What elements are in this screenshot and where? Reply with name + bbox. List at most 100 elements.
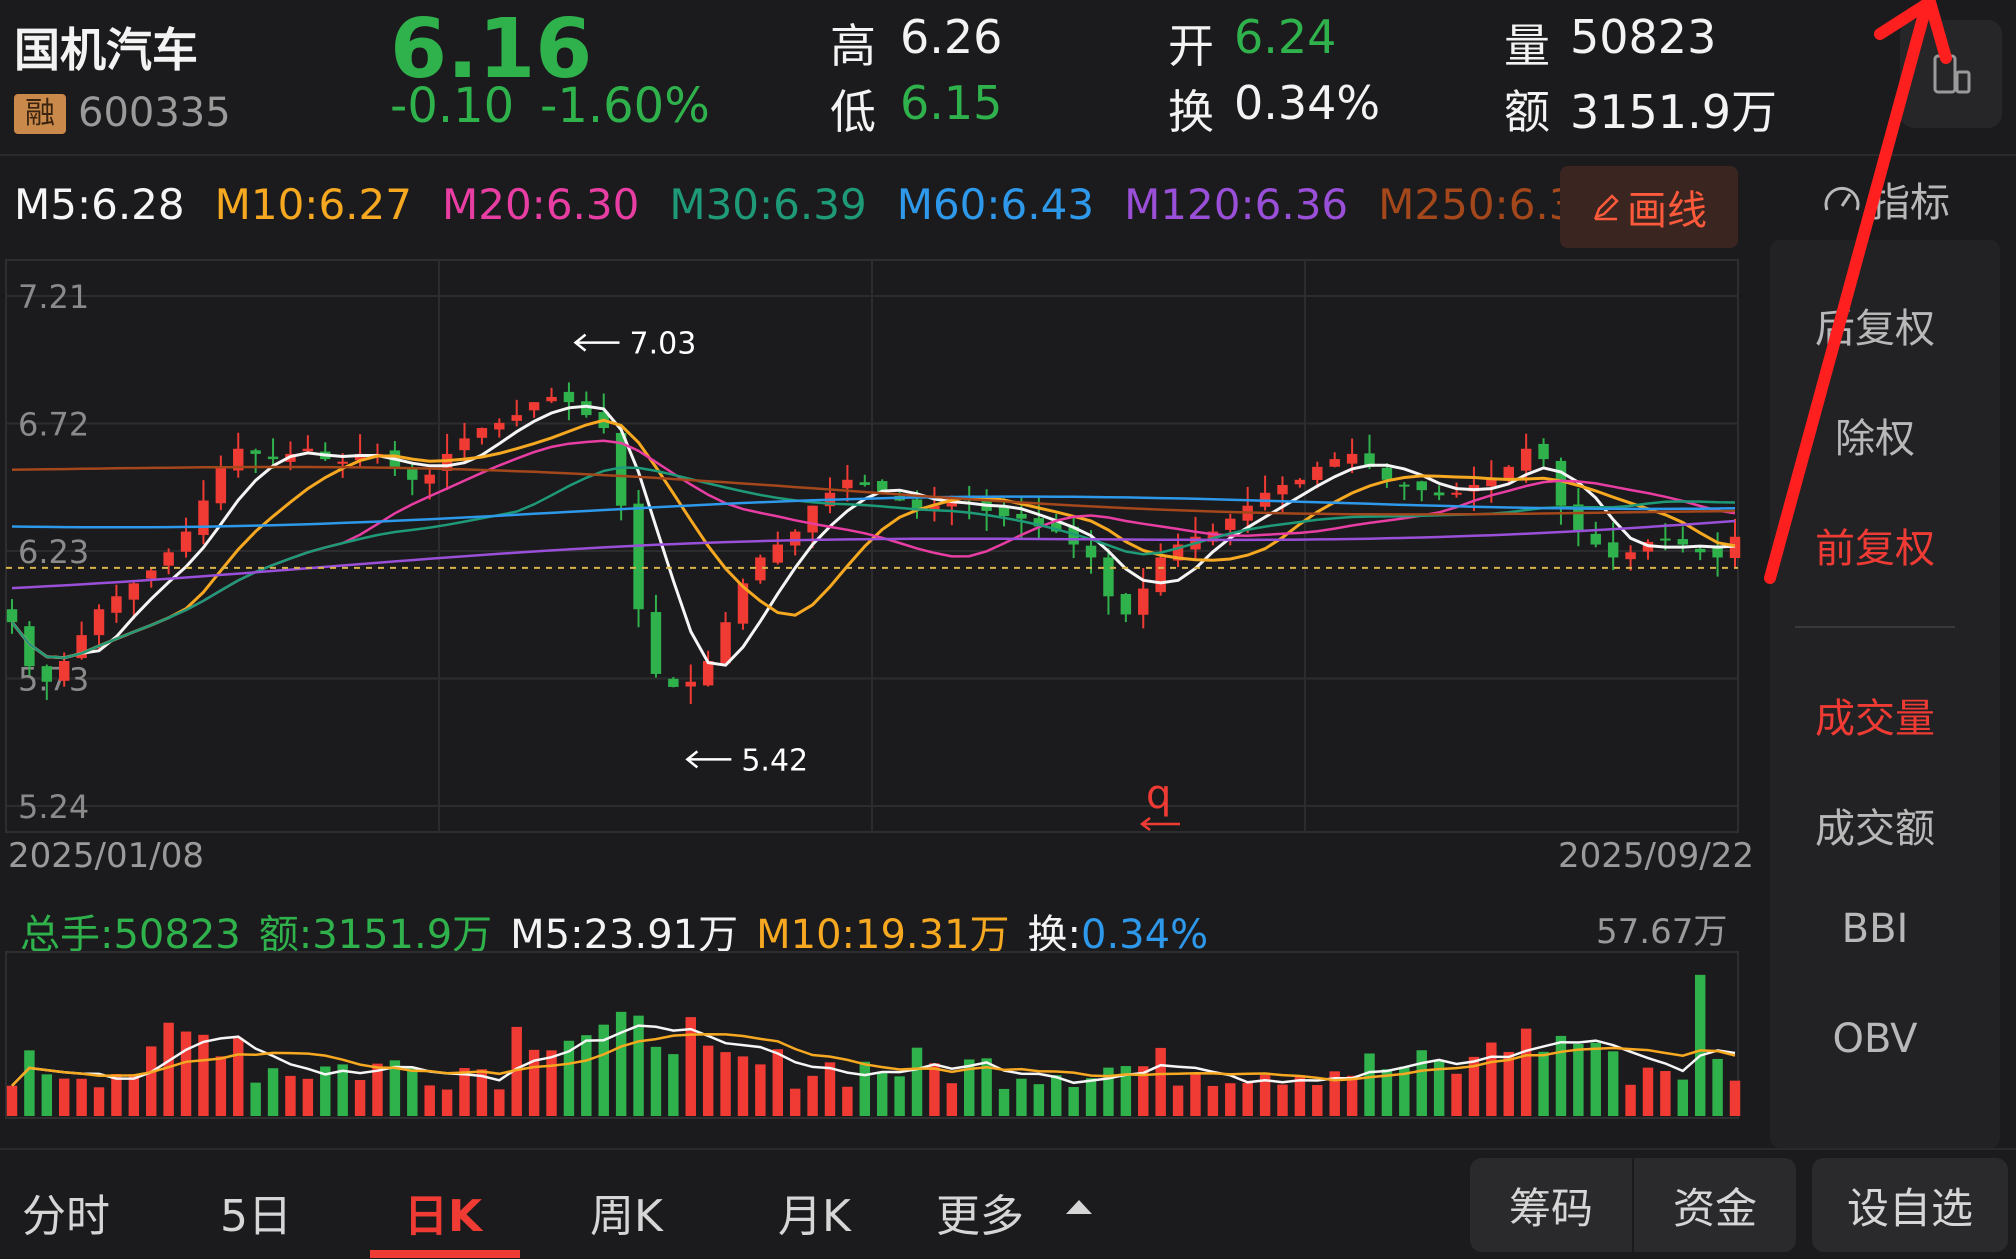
volume-bar: [1486, 1042, 1497, 1116]
caret-up-icon[interactable]: [1064, 1196, 1094, 1216]
amount-label: 额: [1504, 85, 1550, 139]
volume-bar: [1607, 1051, 1619, 1116]
ma-line-20: [11, 439, 1736, 660]
tab-item[interactable]: 周K: [590, 1180, 663, 1244]
draw-line-label: 画线: [1627, 188, 1707, 234]
volume-chart[interactable]: [0, 950, 1742, 1120]
sidebar-item[interactable]: BBI: [1770, 906, 1980, 952]
ma-legend-item: M20:6.30: [441, 180, 640, 229]
volume-bar: [215, 1056, 227, 1116]
min-price-annotation: 5.42: [685, 743, 808, 778]
volume-bar: [233, 1038, 244, 1116]
volume-bar: [685, 1017, 696, 1116]
volume-bar: [1085, 1078, 1097, 1116]
candle: [633, 489, 644, 628]
active-tab-underline: [370, 1250, 520, 1258]
volume-bar: [615, 1011, 627, 1116]
ma-legend-item: M10:6.27: [214, 180, 412, 229]
volume-bar: [1573, 1044, 1584, 1116]
volume-bar: [1033, 1084, 1045, 1116]
volume-bar: [1225, 1083, 1236, 1116]
volume-max-label: 57.67万: [1596, 912, 1728, 952]
volume-bar: [1520, 1028, 1532, 1116]
candlestick-chart[interactable]: 7.216.726.235.735.247.035.42q: [0, 256, 1742, 836]
volume-bar: [737, 1056, 749, 1116]
sidebar-item[interactable]: OBV: [1770, 1016, 1980, 1062]
candle: [215, 455, 227, 511]
candle: [1294, 478, 1306, 488]
y-tick-label: 6.72: [18, 406, 89, 444]
volume-bar: [998, 1088, 1010, 1116]
candle: [476, 427, 488, 445]
volume-bar: [772, 1049, 783, 1116]
signal-marker: q: [1139, 772, 1180, 831]
tab-item[interactable]: 月K: [778, 1180, 851, 1244]
candle: [1329, 452, 1340, 468]
volume-bar: [807, 1075, 818, 1116]
tab-item[interactable]: 日K: [404, 1180, 482, 1244]
annotation-arrow: [1764, 0, 1952, 584]
volume-bar: [1207, 1085, 1219, 1116]
candle: [250, 448, 261, 474]
volume-bar: [1729, 1080, 1741, 1116]
chip-distribution-button[interactable]: 筹码: [1470, 1158, 1632, 1252]
volume-bar: [546, 1050, 557, 1116]
volume-bar: [720, 1052, 731, 1116]
volume-bar: [1451, 1073, 1462, 1116]
add-watchlist-button[interactable]: 设自选: [1812, 1158, 2008, 1252]
candle: [824, 477, 836, 514]
volume-bar: [859, 1061, 871, 1116]
draw-line-button[interactable]: 画线: [1560, 166, 1738, 248]
sidebar-item[interactable]: 成交量: [1770, 686, 1980, 744]
candle: [111, 584, 122, 623]
candle: [1573, 488, 1584, 547]
volume-bar: [24, 1050, 35, 1116]
candle: [494, 418, 505, 438]
volume-bar: [128, 1074, 140, 1116]
volume-bar: [1051, 1075, 1062, 1116]
volume-bar: [668, 1054, 679, 1116]
volume-bar: [58, 1078, 70, 1116]
volume-bar: [1590, 1042, 1601, 1116]
candle: [1259, 475, 1271, 511]
volume-bar: [111, 1074, 122, 1116]
capital-flow-label: 资金: [1672, 1183, 1757, 1233]
volume-bar: [1712, 1058, 1723, 1116]
volume-bar: [285, 1075, 296, 1116]
candle: [1538, 438, 1549, 467]
high-value: 6.26: [900, 10, 1003, 64]
volume-bar: [876, 1073, 888, 1116]
volume-bar: [842, 1086, 853, 1116]
volume-bar: [1016, 1078, 1027, 1116]
pencil-icon: [1593, 194, 1619, 221]
candle: [320, 442, 331, 461]
ma-legend-item: M60:6.43: [896, 180, 1095, 229]
candle: [302, 435, 314, 455]
open-value: 6.24: [1234, 10, 1337, 64]
capital-flow-button[interactable]: 资金: [1634, 1158, 1796, 1252]
price-change: -0.10: [390, 78, 515, 134]
candle: [1642, 539, 1654, 560]
stock-name: 国机汽车: [14, 23, 198, 77]
volume-bar: [1625, 1084, 1636, 1116]
volume-bar: [180, 1031, 192, 1116]
candle: [581, 391, 592, 418]
candle: [1103, 548, 1114, 615]
tab-item[interactable]: 5日: [220, 1180, 292, 1244]
candle: [772, 531, 783, 565]
candle: [233, 432, 244, 478]
volume-bar: [1538, 1051, 1549, 1116]
volume-bar: [633, 1015, 644, 1116]
sidebar-item[interactable]: 成交额: [1770, 796, 1980, 854]
svg-text:7.03: 7.03: [630, 327, 697, 362]
candle: [1555, 457, 1567, 525]
volume-bar: [267, 1068, 279, 1116]
volume-bar: [1694, 974, 1706, 1116]
y-tick-label: 5.24: [18, 788, 89, 826]
candle: [842, 464, 853, 502]
volume-bar: [1277, 1084, 1288, 1116]
add-watchlist-label: 设自选: [1846, 1183, 1973, 1233]
tab-item[interactable]: 分时: [22, 1180, 110, 1244]
volume-bar: [911, 1047, 923, 1116]
tab-item[interactable]: 更多: [936, 1180, 1024, 1244]
